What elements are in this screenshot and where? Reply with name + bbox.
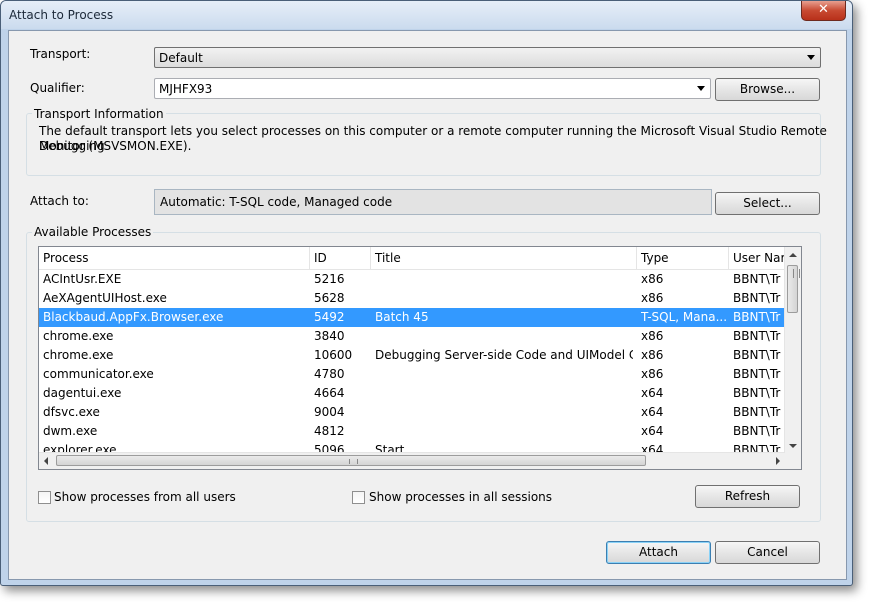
vertical-scroll-thumb[interactable] [787,265,800,313]
scrollbar-corner [785,453,801,469]
show-all-sessions-label[interactable]: Show processes in all sessions [369,490,552,504]
scroll-left-icon[interactable] [44,457,48,465]
cell-id: 5492 [314,310,345,324]
cell-type: x64 [641,424,664,438]
cell-id: 5628 [314,291,345,305]
grip-icon [349,459,358,464]
transport-info-line-2: Monitor (MSVSMON.EXE). [39,139,192,153]
column-header-title[interactable]: Title [371,247,637,269]
dialog-client-area: Transport: Default Qualifier: MJHFX93 Br… [8,30,847,580]
show-all-users-checkbox[interactable] [38,491,51,504]
scroll-up-icon[interactable] [789,253,797,257]
cancel-button[interactable]: Cancel [715,541,820,564]
table-row[interactable]: chrome.exe 3840 x86 BBNT\Tr [39,327,784,346]
cell-id: 4780 [314,367,345,381]
window-title: Attach to Process [9,8,114,22]
cell-id: 4664 [314,386,345,400]
attach-to-label: Attach to: [30,194,89,208]
cell-type: x86 [641,348,664,362]
cell-id: 5216 [314,272,345,286]
select-code-type-button[interactable]: Select... [715,192,820,215]
cell-process: chrome.exe [43,329,114,343]
cell-type: T-SQL, Mana... [641,310,727,324]
column-header-id[interactable]: ID [310,247,371,269]
cell-id: 3840 [314,329,345,343]
cell-id: 4812 [314,424,345,438]
table-row[interactable]: ACIntUsr.EXE 5216 x86 BBNT\Tr [39,270,784,289]
vertical-scrollbar[interactable] [784,247,801,454]
cell-user-name: BBNT\Tr [733,348,781,362]
cell-type: x86 [641,367,664,381]
available-processes-title: Available Processes [32,225,154,239]
cell-user-name: BBNT\Tr [733,405,781,419]
cell-process: chrome.exe [43,348,114,362]
cell-user-name: BBNT\Tr [733,310,781,324]
cell-id: 9004 [314,405,345,419]
cell-user-name: BBNT\Tr [733,424,781,438]
cell-type: x64 [641,405,664,419]
process-list[interactable]: Process ID Title Type User Nar ACIntUsr.… [38,246,802,470]
cell-title: Debugging Server-side Code and UIModel C… [375,348,633,362]
process-rows: ACIntUsr.EXE 5216 x86 BBNT\Tr AeXAgentUIHost… [39,270,784,460]
cell-process: Blackbaud.AppFx.Browser.exe [43,310,224,324]
qualifier-combobox[interactable]: MJHFX93 [154,78,711,99]
transport-value: Default [159,51,203,65]
process-list-header: Process ID Title Type User Nar [39,247,799,270]
cell-type: x86 [641,291,664,305]
table-row[interactable]: dfsvc.exe 9004 x64 BBNT\Tr [39,403,784,422]
cell-user-name: BBNT\Tr [733,272,781,286]
attach-to-value: Automatic: T-SQL code, Managed code [160,195,393,209]
scroll-right-icon[interactable] [776,457,780,465]
scroll-down-icon[interactable] [789,444,797,448]
cell-title: Batch 45 [375,310,429,324]
title-bar[interactable]: Attach to Process ✕ [1,1,852,29]
horizontal-scrollbar[interactable] [39,452,785,469]
table-row[interactable]: Blackbaud.AppFx.Browser.exe 5492 Batch 45 T… [39,308,784,327]
transport-dropdown[interactable]: Default [154,47,821,68]
qualifier-value: MJHFX93 [159,82,213,96]
column-header-type[interactable]: Type [637,247,729,269]
cell-process: communicator.exe [43,367,154,381]
attach-to-process-dialog: Attach to Process ✕ Transport: Default Q… [0,0,853,586]
cell-process: dwm.exe [43,424,98,438]
cell-user-name: BBNT\Tr [733,386,781,400]
cell-type: x86 [641,272,664,286]
cell-process: ACIntUsr.EXE [43,272,122,286]
table-row[interactable]: chrome.exe 10600 Debugging Server-side Cod… [39,346,784,365]
refresh-button[interactable]: Refresh [695,485,800,508]
transport-info-title: Transport Information [32,107,166,121]
cell-id: 10600 [314,348,353,362]
chevron-down-icon[interactable] [697,86,705,91]
attach-to-field: Automatic: T-SQL code, Managed code [154,189,712,215]
chevron-down-icon [807,55,815,60]
qualifier-label: Qualifier: [30,81,85,95]
cell-user-name: BBNT\Tr [733,367,781,381]
table-row[interactable]: dagentui.exe 4664 x64 BBNT\Tr [39,384,784,403]
cell-process: dagentui.exe [43,386,122,400]
show-all-users-label[interactable]: Show processes from all users [54,490,236,504]
column-header-process[interactable]: Process [39,247,310,269]
cell-process: AeXAgentUIHost.exe [43,291,167,305]
cell-process: dfsvc.exe [43,405,100,419]
cell-type: x64 [641,386,664,400]
show-all-sessions-checkbox[interactable] [352,491,365,504]
table-row[interactable]: dwm.exe 4812 x64 BBNT\Tr [39,422,784,441]
cell-type: x86 [641,329,664,343]
attach-button[interactable]: Attach [606,541,711,564]
close-icon: ✕ [818,2,829,17]
close-button[interactable]: ✕ [801,1,846,21]
table-row[interactable]: communicator.exe 4780 x86 BBNT\Tr [39,365,784,384]
horizontal-scroll-thumb[interactable] [56,455,646,466]
transport-label: Transport: [30,47,91,61]
grip-icon [793,269,800,278]
browse-button[interactable]: Browse... [715,78,820,101]
cell-user-name: BBNT\Tr [733,329,781,343]
cell-user-name: BBNT\Tr [733,291,781,305]
table-row[interactable]: AeXAgentUIHost.exe 5628 x86 BBNT\Tr [39,289,784,308]
